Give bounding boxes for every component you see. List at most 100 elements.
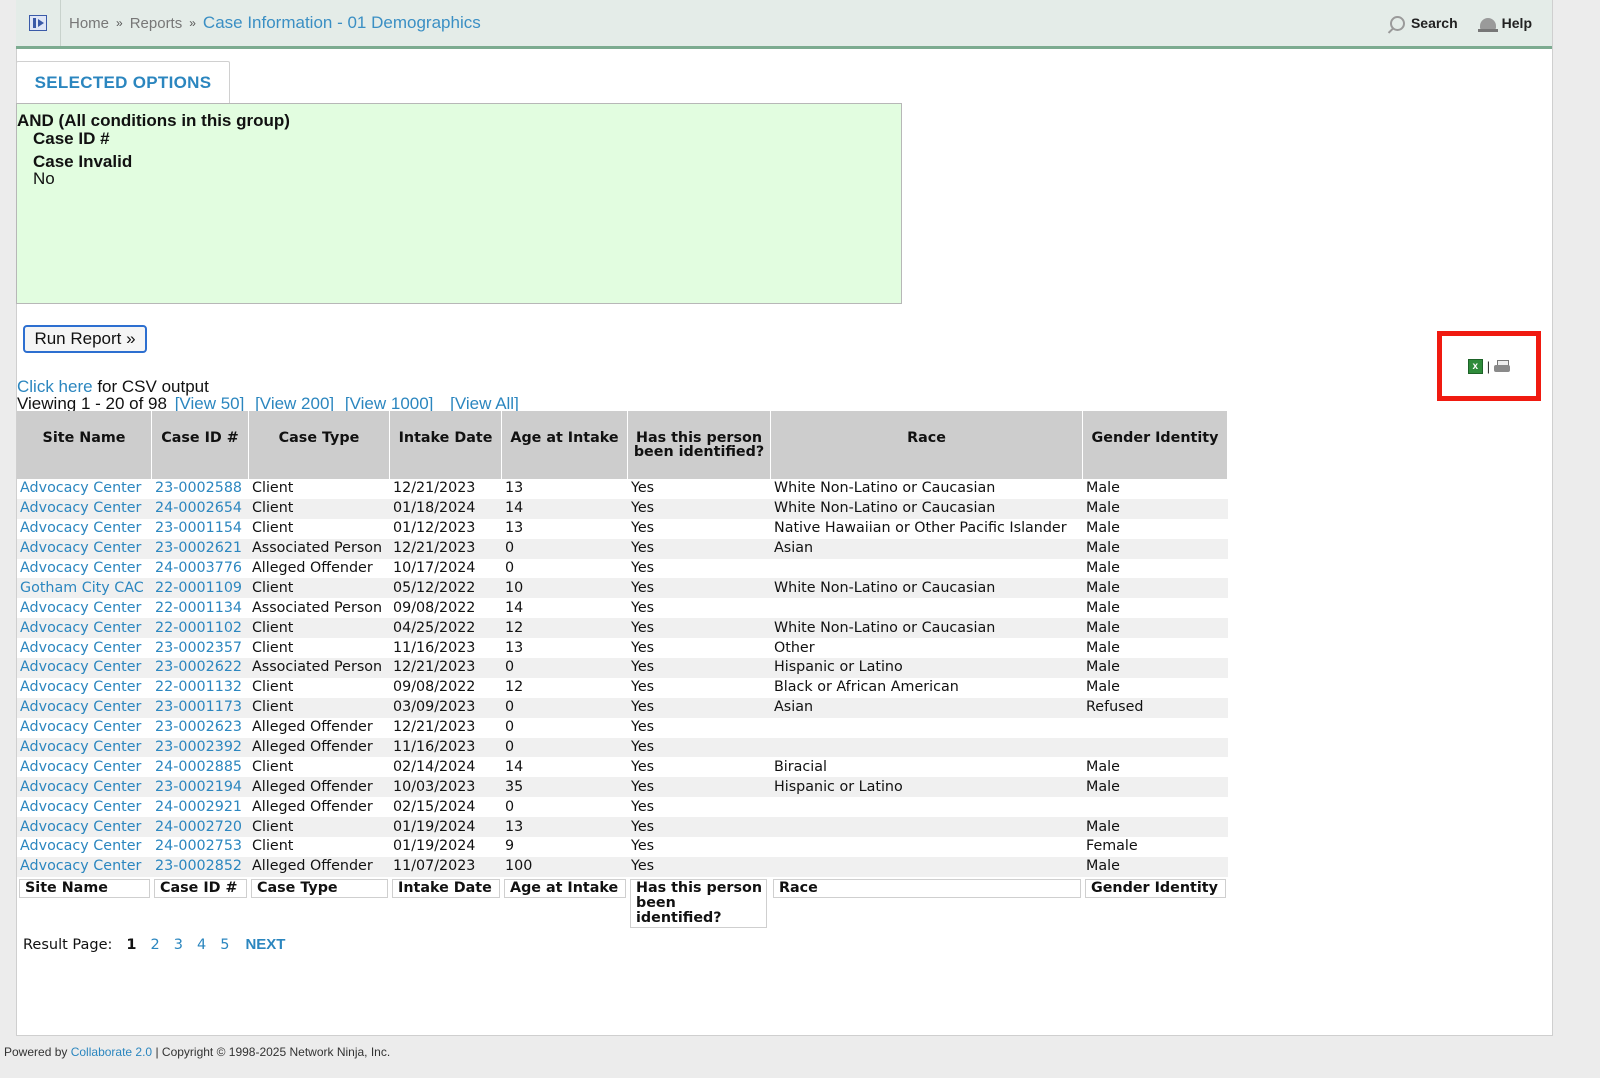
cell-case-id[interactable]: 24-0002753 [152, 837, 249, 857]
cell-case-id[interactable]: 24-0002654 [152, 498, 249, 519]
collaborate-link[interactable]: Collaborate 2.0 [71, 1045, 152, 1059]
column-header-intake-date[interactable]: Intake Date [390, 411, 502, 479]
breadcrumb-separator: » [189, 16, 196, 30]
cell-case-id[interactable]: 23-0002623 [152, 717, 249, 738]
cell-gender: Male [1083, 558, 1228, 579]
cell-site-name[interactable]: Advocacy Center [17, 498, 152, 519]
breadcrumb-home[interactable]: Home [69, 15, 109, 32]
next-page-link[interactable]: NEXT [245, 936, 285, 953]
table-row: Advocacy Center 23-0002588 Client 12/21/202… [17, 479, 1228, 499]
cell-site-name[interactable]: Advocacy Center [17, 856, 152, 877]
column-header-gender[interactable]: Gender Identity [1083, 411, 1228, 479]
cell-site-name[interactable]: Advocacy Center [17, 638, 152, 659]
cell-site-name[interactable]: Advocacy Center [17, 837, 152, 857]
cell-intake-date: 01/12/2023 [390, 518, 502, 539]
cell-site-name[interactable]: Advocacy Center [17, 677, 152, 698]
cell-site-name[interactable]: Advocacy Center [17, 558, 152, 579]
cell-intake-date: 02/15/2024 [390, 797, 502, 818]
table-row: Advocacy Center 24-0002654 Client 01/18/202… [17, 498, 1228, 519]
search-button[interactable]: Search [1389, 15, 1458, 31]
cell-race: Black or African American [771, 677, 1083, 698]
cell-case-id[interactable]: 23-0001173 [152, 697, 249, 718]
column-header-identified[interactable]: Has this person been identified? [628, 411, 771, 479]
cell-race: White Non-Latino or Caucasian [771, 618, 1083, 639]
cell-site-name[interactable]: Advocacy Center [17, 697, 152, 718]
cell-site-name[interactable]: Advocacy Center [17, 777, 152, 798]
cell-case-id[interactable]: 22-0001102 [152, 618, 249, 639]
cell-case-id[interactable]: 23-0002588 [152, 479, 249, 499]
cell-race: Asian [771, 697, 1083, 718]
cell-site-name[interactable]: Advocacy Center [17, 797, 152, 818]
cell-case-id[interactable]: 23-0002621 [152, 538, 249, 559]
cell-case-id[interactable]: 23-0002194 [152, 777, 249, 798]
cell-intake-date: 12/21/2023 [390, 658, 502, 678]
cell-case-id[interactable]: 24-0002885 [152, 757, 249, 778]
footer-race: Race [773, 878, 1081, 898]
column-header-case-type[interactable]: Case Type [249, 411, 390, 479]
printer-icon[interactable] [1494, 360, 1511, 372]
cell-intake-date: 01/19/2024 [390, 837, 502, 857]
cell-case-id[interactable]: 23-0001154 [152, 518, 249, 539]
cell-case-type: Associated Person [249, 658, 390, 678]
page-5-link[interactable]: 5 [220, 937, 229, 953]
cell-case-id[interactable]: 24-0002921 [152, 797, 249, 818]
page-4-link[interactable]: 4 [197, 937, 206, 953]
cell-case-id[interactable]: 23-0002357 [152, 638, 249, 659]
cell-site-name[interactable]: Advocacy Center [17, 618, 152, 639]
cell-intake-date: 12/21/2023 [390, 538, 502, 559]
cell-site-name[interactable]: Advocacy Center [17, 658, 152, 678]
table-row: Advocacy Center 23-0002194 Alleged Offende… [17, 777, 1228, 798]
cell-site-name[interactable]: Advocacy Center [17, 757, 152, 778]
column-header-case-id[interactable]: Case ID # [152, 411, 249, 479]
cell-identified: Yes [628, 856, 771, 877]
cell-case-id[interactable]: 23-0002852 [152, 856, 249, 877]
sidebar-toggle-button[interactable] [16, 0, 61, 46]
cell-age: 14 [502, 757, 628, 778]
cell-site-name[interactable]: Advocacy Center [17, 479, 152, 499]
cell-case-type: Client [249, 837, 390, 857]
cell-case-id[interactable]: 22-0001134 [152, 598, 249, 619]
breadcrumb-reports[interactable]: Reports [130, 15, 183, 32]
table-row: Advocacy Center 24-0003776 Alleged Offende… [17, 558, 1228, 579]
cell-case-type: Associated Person [249, 538, 390, 559]
help-label: Help [1501, 15, 1532, 31]
cell-case-type: Client [249, 479, 390, 499]
criteria-group-label: AND (All conditions in this group) [17, 111, 290, 130]
cell-identified: Yes [628, 817, 771, 838]
cell-age: 13 [502, 479, 628, 499]
cell-age: 0 [502, 717, 628, 738]
cell-site-name[interactable]: Advocacy Center [17, 538, 152, 559]
cell-case-id[interactable]: 22-0001132 [152, 677, 249, 698]
cell-intake-date: 11/16/2023 [390, 737, 502, 758]
page-3-link[interactable]: 3 [174, 937, 183, 953]
page-title: Case Information - 01 Demographics [202, 13, 481, 32]
footer-case-type: Case Type [251, 878, 388, 898]
cell-case-id[interactable]: 22-0001109 [152, 578, 249, 599]
cell-case-id[interactable]: 23-0002392 [152, 737, 249, 758]
cell-site-name[interactable]: Advocacy Center [17, 737, 152, 758]
cell-site-name[interactable]: Gotham City CAC [17, 578, 152, 599]
page-2-link[interactable]: 2 [151, 937, 160, 953]
cell-identified: Yes [628, 578, 771, 599]
cell-site-name[interactable]: Advocacy Center [17, 518, 152, 539]
cell-case-type: Alleged Offender [249, 717, 390, 738]
column-header-site-name[interactable]: Site Name [17, 411, 152, 479]
cell-case-id[interactable]: 24-0003776 [152, 558, 249, 579]
excel-icon[interactable]: x [1467, 358, 1483, 374]
cell-age: 0 [502, 797, 628, 818]
export-separator: | [1486, 358, 1491, 374]
column-header-age[interactable]: Age at Intake [502, 411, 628, 479]
cell-gender: Refused [1083, 697, 1228, 718]
cell-gender [1083, 717, 1228, 738]
run-report-button[interactable]: Run Report » [23, 325, 147, 353]
table-row: Advocacy Center 23-0002357 Client 11/16/202… [17, 638, 1228, 659]
cell-case-id[interactable]: 24-0002720 [152, 817, 249, 838]
cell-site-name[interactable]: Advocacy Center [17, 717, 152, 738]
help-button[interactable]: Help [1477, 15, 1532, 32]
cell-site-name[interactable]: Advocacy Center [17, 598, 152, 619]
cell-site-name[interactable]: Advocacy Center [17, 817, 152, 838]
tab-selected-options[interactable]: SELECTED OPTIONS [16, 61, 230, 104]
cell-case-id[interactable]: 23-0002622 [152, 658, 249, 678]
column-header-race[interactable]: Race [771, 411, 1083, 479]
table-row: Advocacy Center 23-0002622 Associated Pers… [17, 658, 1228, 678]
